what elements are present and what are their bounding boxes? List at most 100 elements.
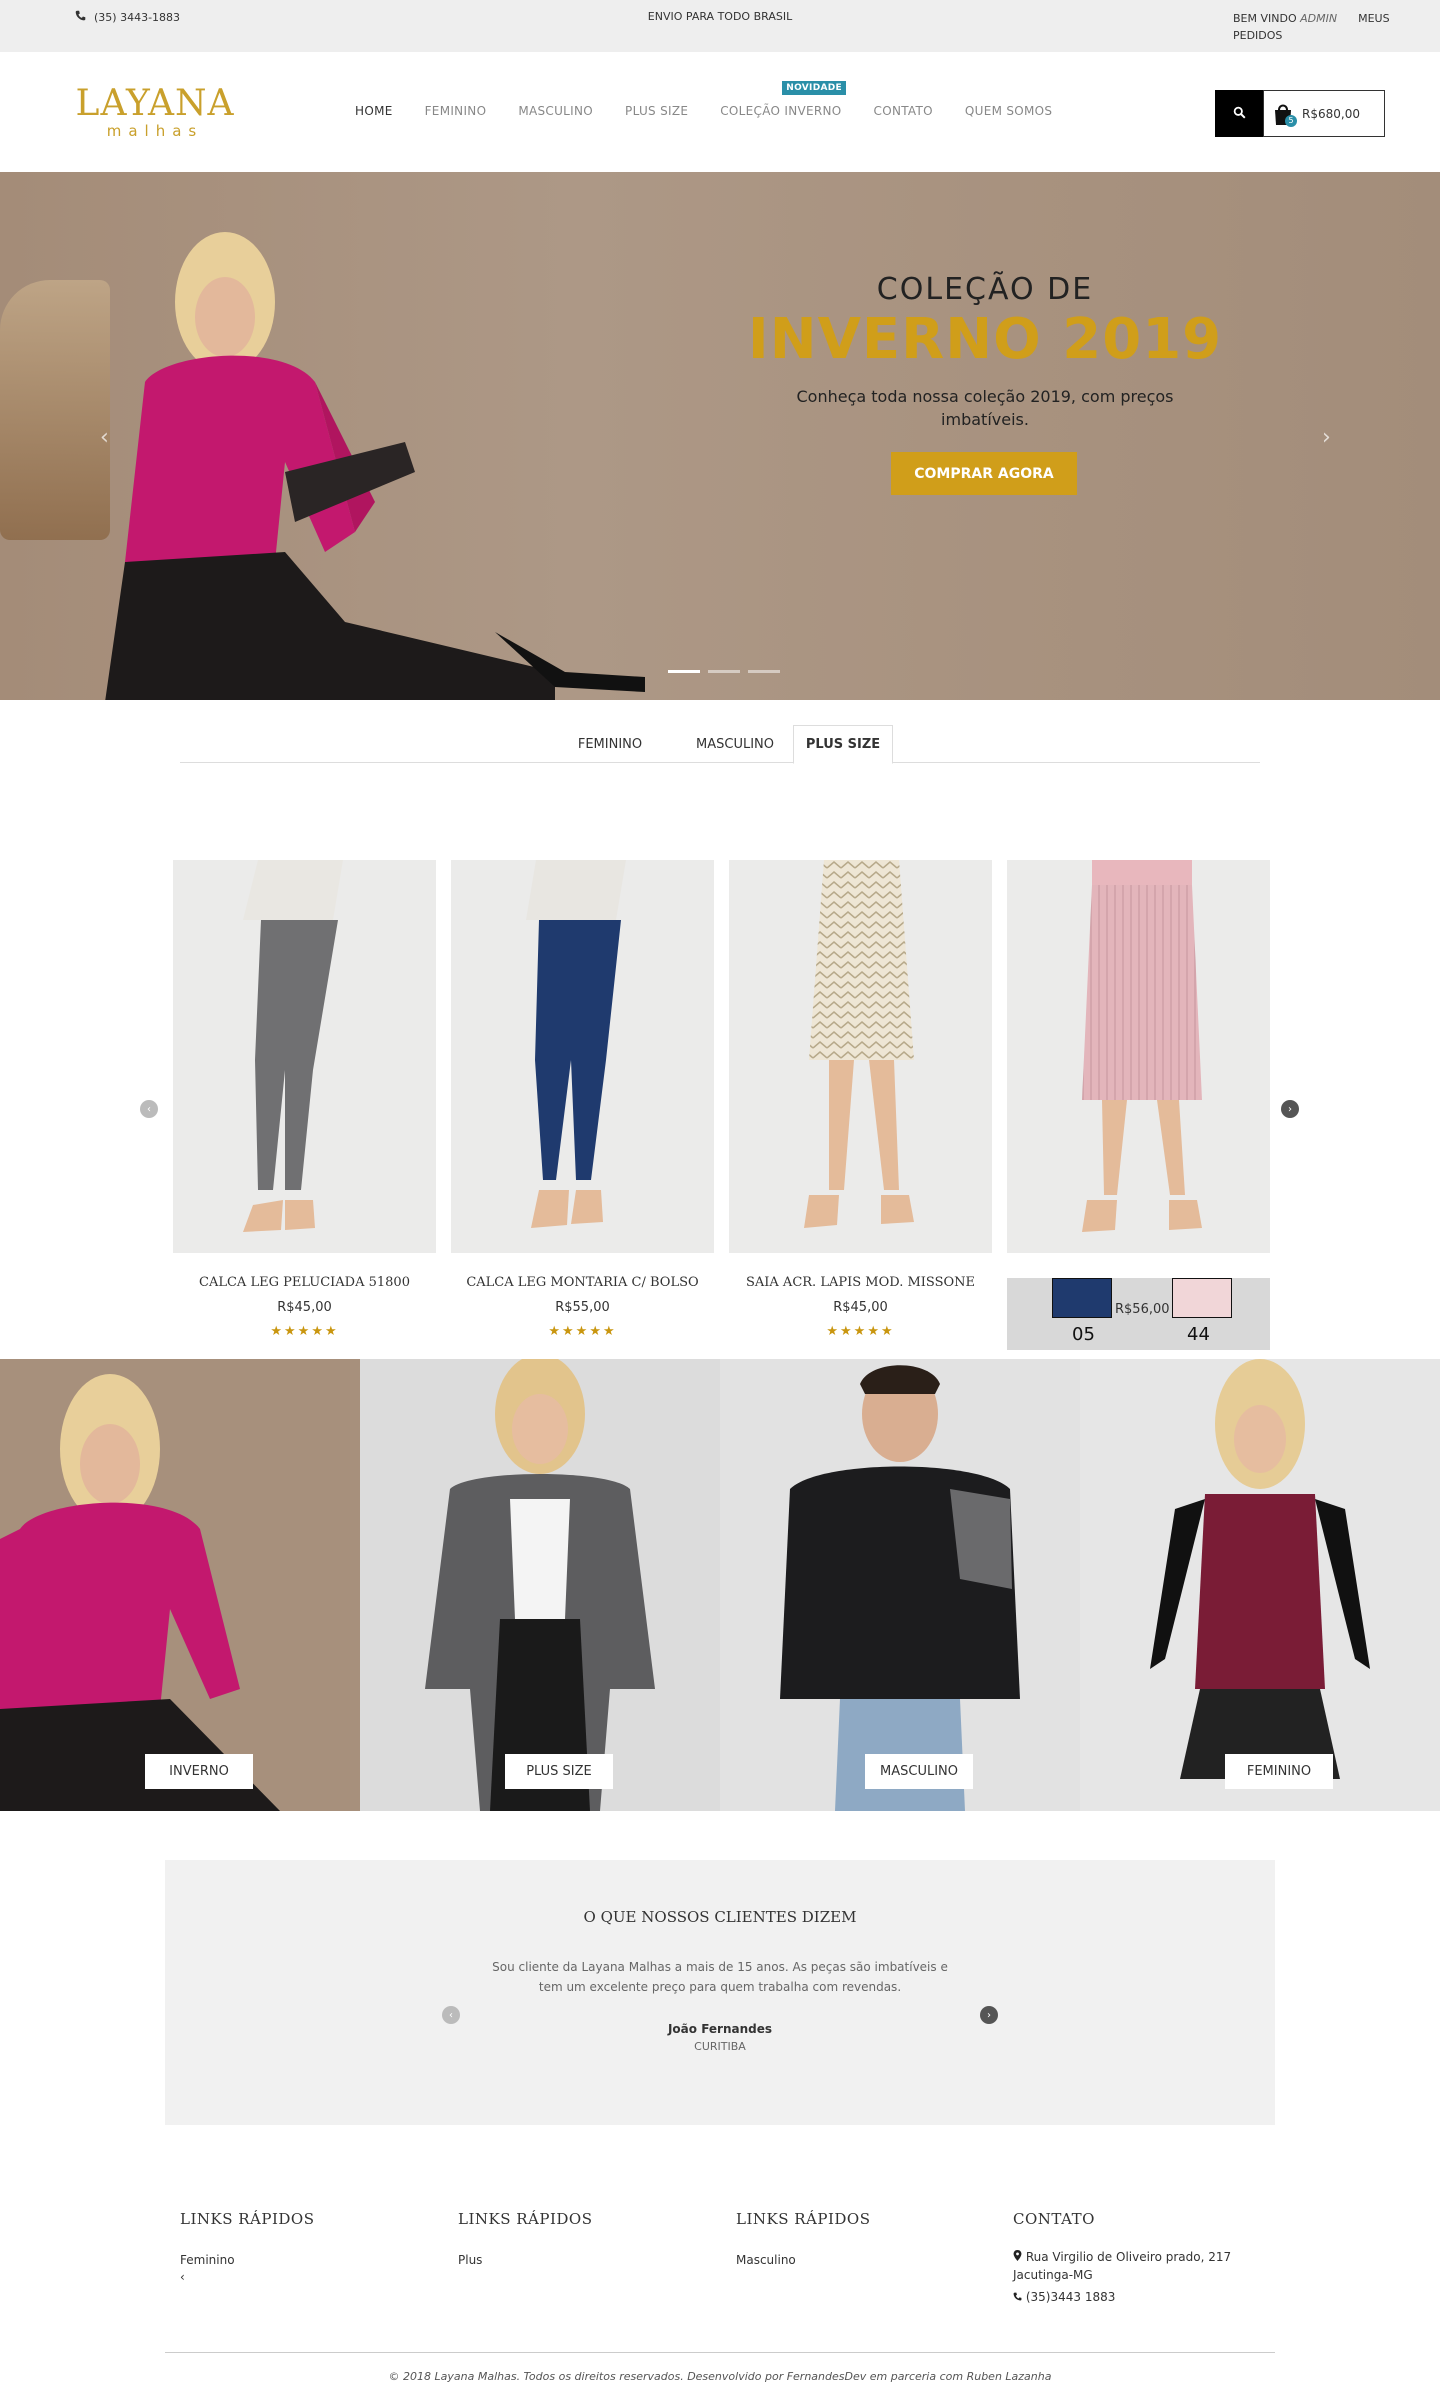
tab-plus-size[interactable]: PLUS SIZE: [793, 725, 893, 764]
main-nav: HOME FEMININO MASCULINO PLUS SIZE NOVIDA…: [355, 81, 1052, 118]
welcome-area: BEM VINDO ADMIN MEUS PEDIDOS: [1233, 10, 1413, 44]
footer-extra: ‹: [180, 2270, 185, 2284]
category-banners: INVERNO PLUS SIZE MASCULINO FEMININO: [0, 1359, 1440, 1811]
nav-contato[interactable]: CONTATO: [874, 104, 933, 118]
address-text: Rua Virgilio de Oliveiro prado, 217 Jacu…: [1013, 2250, 1232, 2282]
category-label-inverno[interactable]: INVERNO: [145, 1754, 253, 1789]
carousel-prev-button[interactable]: ‹: [140, 1100, 158, 1118]
swatch-navy[interactable]: [1052, 1278, 1112, 1318]
map-pin-icon: [1013, 2250, 1026, 2264]
product-image[interactable]: [729, 860, 992, 1253]
product-card[interactable]: CALCA LEG MONTARIA C/ BOLSO R$55,00 ★★★★…: [451, 860, 714, 1339]
hero-prev-arrow[interactable]: ‹: [100, 425, 109, 450]
testimonial-text: Sou cliente da Layana Malhas a mais de 1…: [492, 1960, 948, 1994]
phone-text: (35)3443 1883: [1025, 2290, 1116, 2304]
tab-feminino[interactable]: FEMININO: [560, 725, 660, 763]
footer-link-plus[interactable]: Plus: [458, 2250, 718, 2270]
swatch-pink[interactable]: [1172, 1278, 1232, 1318]
category-card[interactable]: INVERNO: [0, 1359, 360, 1811]
hero-slider: ‹ › COLEÇÃO DE INVERNO 2019 Conheça toda…: [0, 172, 1440, 700]
hero-cta-button[interactable]: COMPRAR AGORA: [891, 452, 1077, 495]
cart-button[interactable]: 5 R$680,00: [1263, 90, 1385, 137]
category-label-plus-size[interactable]: PLUS SIZE: [505, 1754, 613, 1789]
footer-address: Rua Virgilio de Oliveiro prado, 217 Jacu…: [1013, 2248, 1273, 2284]
footer-heading: LINKS RÁPIDOS: [180, 2210, 315, 2228]
new-badge: NOVIDADE: [782, 81, 846, 95]
category-image: [780, 1365, 1020, 1811]
footer-col-3: LINKS RÁPIDOS Masculino: [736, 2210, 996, 2270]
search-button[interactable]: [1215, 90, 1263, 137]
rating-stars-icon: ★★★★★: [548, 1324, 617, 1339]
rating-stars-icon: ★★★★★: [826, 1324, 895, 1339]
welcome-user[interactable]: ADMIN: [1300, 12, 1337, 25]
category-card[interactable]: PLUS SIZE: [360, 1359, 720, 1811]
swatch-row: R$56,00 05 44: [1007, 1278, 1270, 1350]
product-carousel: CALCA LEG PELUCIADA 51800 R$45,00 ★★★★★ …: [173, 860, 1271, 1352]
category-image: [0, 1374, 280, 1811]
nav-quem-somos[interactable]: QUEM SOMOS: [965, 104, 1052, 118]
hero-dot[interactable]: [668, 670, 700, 673]
product-card[interactable]: CALCA LEG PELUCIADA 51800 R$45,00 ★★★★★: [173, 860, 436, 1339]
product-name[interactable]: CALCA LEG PELUCIADA 51800: [173, 1275, 436, 1290]
footer-heading: LINKS RÁPIDOS: [736, 2210, 871, 2228]
hero-subtitle: COLEÇÃO DE: [876, 272, 1094, 307]
logo[interactable]: LAYANA malhas: [70, 83, 240, 140]
nav-masculino[interactable]: MASCULINO: [518, 104, 593, 118]
swatch-label-left: 05: [1072, 1324, 1095, 1345]
footer-heading: CONTATO: [1013, 2210, 1095, 2228]
nav-colecao-inverno[interactable]: NOVIDADE COLEÇÃO INVERNO: [720, 81, 846, 118]
category-label-feminino[interactable]: FEMININO: [1225, 1754, 1333, 1789]
testimonial-author: João Fernandes: [667, 2022, 773, 2036]
nav-colecao-inverno-label: COLEÇÃO INVERNO: [720, 104, 842, 118]
category-label-masculino[interactable]: MASCULINO: [865, 1754, 973, 1789]
product-price: R$55,00: [555, 1300, 610, 1315]
tab-masculino[interactable]: MASCULINO: [680, 725, 790, 763]
product-card[interactable]: R$56,00 05 44: [1007, 860, 1270, 1350]
swatch-label-right: 44: [1187, 1324, 1210, 1345]
cart-total: R$680,00: [1302, 106, 1360, 121]
product-image[interactable]: [1007, 860, 1270, 1253]
product-card[interactable]: SAIA ACR. LAPIS MOD. MISSONE R$45,00 ★★★…: [729, 860, 992, 1339]
welcome-text: BEM VINDO: [1233, 12, 1297, 25]
hero-model-image: [105, 232, 645, 700]
nav-plus-size[interactable]: PLUS SIZE: [625, 104, 688, 118]
hero-dot[interactable]: [748, 670, 780, 673]
testimonial-city: CURITIBA: [694, 2040, 746, 2053]
product-image[interactable]: [451, 860, 714, 1253]
category-card[interactable]: FEMININO: [1080, 1359, 1440, 1811]
shipping-notice: ENVIO PARA TODO BRASIL: [647, 10, 793, 23]
copyright: © 2018 Layana Malhas. Todos os direitos …: [388, 2370, 1052, 2383]
footer-contact: CONTATO Rua Virgilio de Oliveiro prado, …: [1013, 2210, 1273, 2306]
footer-col-2: LINKS RÁPIDOS Plus: [458, 2210, 718, 2270]
product-price: R$45,00: [277, 1300, 332, 1315]
footer-phone: (35)3443 1883: [1013, 2288, 1273, 2306]
footer-link-masculino[interactable]: Masculino: [736, 2250, 996, 2270]
testimonial-title: O QUE NOSSOS CLIENTES DIZEM: [583, 1908, 857, 1926]
nav-feminino[interactable]: FEMININO: [425, 104, 487, 118]
testimonial-section: O QUE NOSSOS CLIENTES DIZEM Sou cliente …: [165, 1860, 1275, 2125]
hero-dot[interactable]: [708, 670, 740, 673]
hero-title: INVERNO 2019: [747, 307, 1223, 372]
footer-divider: [165, 2352, 1275, 2353]
footer-col-1: LINKS RÁPIDOS Feminino ‹: [180, 2210, 440, 2284]
product-name[interactable]: CALCA LEG MONTARIA C/ BOLSO: [451, 1275, 714, 1290]
logo-sub: malhas: [106, 122, 204, 140]
product-name[interactable]: SAIA ACR. LAPIS MOD. MISSONE: [729, 1275, 992, 1290]
footer-link-feminino[interactable]: Feminino: [180, 2250, 440, 2270]
rating-stars-icon: ★★★★★: [270, 1324, 339, 1339]
logo-name: LAYANA: [75, 83, 235, 124]
search-icon: [1233, 104, 1246, 123]
product-image[interactable]: [173, 860, 436, 1253]
category-card[interactable]: MASCULINO: [720, 1359, 1080, 1811]
hero-description: Conheça toda nossa coleção 2019, com pre…: [796, 387, 1174, 429]
carousel-next-button[interactable]: ›: [1281, 1100, 1299, 1118]
category-image: [1150, 1359, 1370, 1779]
top-bar: (35) 3443-1883 ENVIO PARA TODO BRASIL BE…: [0, 0, 1440, 52]
nav-home[interactable]: HOME: [355, 104, 393, 118]
shopping-bag-icon: 5: [1272, 102, 1297, 127]
product-price: R$56,00: [1115, 1302, 1170, 1317]
product-price: R$45,00: [833, 1300, 888, 1315]
hero-next-arrow[interactable]: ›: [1322, 425, 1331, 450]
footer-heading: LINKS RÁPIDOS: [458, 2210, 593, 2228]
site-header: LAYANA malhas HOME FEMININO MASCULINO PL…: [0, 52, 1440, 172]
